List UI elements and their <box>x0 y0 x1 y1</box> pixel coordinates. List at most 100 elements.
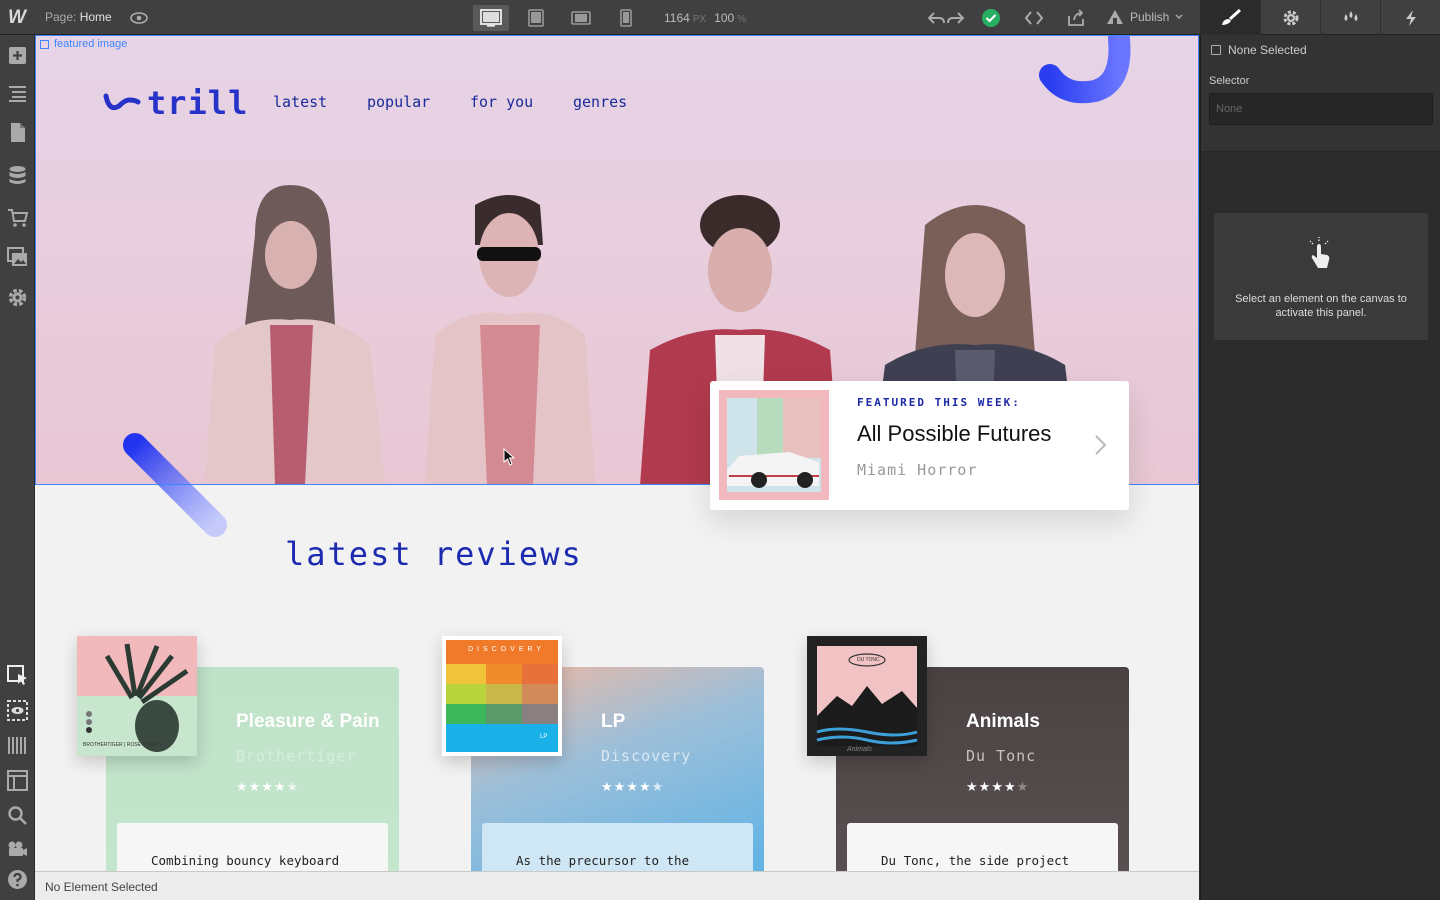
star-icon: ★ <box>601 779 614 794</box>
review-title: Animals <box>966 711 1040 732</box>
none-selected-label: None Selected <box>1228 43 1307 57</box>
canvas-size-readout: 1164 PX 100% <box>664 11 754 25</box>
review-artist: Du Tonc <box>966 747 1037 765</box>
style-panel: None Selected Selector None Select an el… <box>1200 35 1440 900</box>
select-tool-icon[interactable] <box>7 665 28 686</box>
review-rating-stars: ★★★★★ <box>966 779 1029 795</box>
help-icon[interactable] <box>7 869 28 890</box>
redo-icon[interactable] <box>946 8 966 28</box>
mobile-landscape-view-button[interactable] <box>563 5 599 31</box>
publish-icon <box>1107 10 1123 24</box>
mouse-cursor-icon <box>503 448 515 466</box>
star-icon: ★ <box>638 779 652 794</box>
featured-album-card[interactable]: FEATURED THIS WEEK: All Possible Futures… <box>710 381 1129 510</box>
code-export-icon[interactable] <box>1024 8 1044 28</box>
page-label: Page: <box>45 10 77 24</box>
tab-settings[interactable] <box>1260 0 1320 35</box>
checkbox[interactable] <box>1211 45 1221 55</box>
mobile-landscape-icon <box>571 11 591 25</box>
panel-tabs <box>1200 0 1440 35</box>
selector-section: None Selected Selector None <box>1201 35 1440 152</box>
star-icon: ★ <box>273 779 287 794</box>
cms-database-icon[interactable] <box>7 165 28 186</box>
featured-label: FEATURED THIS WEEK: <box>857 396 1021 409</box>
review-rating-stars: ★★★★★ <box>236 779 299 795</box>
featured-title: All Possible Futures <box>857 421 1052 446</box>
star-icon: ★ <box>626 779 639 794</box>
status-bar: No Element Selected <box>35 871 1199 900</box>
tab-interactions[interactable] <box>1380 0 1440 35</box>
webflow-logo[interactable]: W <box>8 8 28 28</box>
review-excerpt: Combining bouncy keyboard <box>117 823 388 871</box>
tablet-view-button[interactable] <box>518 5 554 31</box>
brush-icon <box>1221 8 1241 25</box>
selector-label: Selector <box>1209 75 1250 87</box>
tab-style[interactable] <box>1200 0 1260 35</box>
star-icon: ★ <box>651 779 665 794</box>
project-settings-gear-icon[interactable] <box>7 287 28 308</box>
selection-tag: featured image <box>40 38 127 50</box>
video-tutorials-icon[interactable] <box>7 838 28 859</box>
star-icon: ★ <box>1003 779 1017 794</box>
star-icon: ★ <box>248 779 262 794</box>
assets-icon[interactable] <box>7 247 28 268</box>
review-title: LP <box>601 711 626 732</box>
review-excerpt: As the precursor to the <box>482 823 753 871</box>
tablet-icon <box>528 9 544 27</box>
pages-icon[interactable] <box>7 122 28 143</box>
star-icon: ★ <box>978 779 992 794</box>
cover-caption: DU TONC <box>857 657 880 663</box>
review-album-cover: DISCOVERY LP <box>442 636 562 756</box>
ecommerce-cart-icon[interactable] <box>7 207 29 228</box>
selection-tag-label: featured image <box>54 38 128 50</box>
element-square-icon <box>40 39 49 49</box>
designer-left-toolbar <box>0 35 35 900</box>
cover-badge: LP <box>540 734 548 740</box>
page-selector[interactable]: Page: Home <box>45 10 112 24</box>
chevron-right-icon[interactable] <box>1093 433 1109 457</box>
mobile-portrait-icon <box>620 9 632 27</box>
none-selected-toggle[interactable]: None Selected <box>1211 43 1307 57</box>
review-album-cover: DU TONC Animals <box>807 636 927 756</box>
gear-icon <box>1283 10 1298 25</box>
zoom-value: 100 <box>714 11 735 25</box>
canvas-width-unit: PX <box>692 14 707 25</box>
search-icon[interactable] <box>7 805 28 826</box>
star-icon: ★ <box>966 779 979 794</box>
star-icon: ★ <box>236 779 249 794</box>
designer-canvas[interactable]: trill latest popular for you genres feat… <box>35 35 1199 871</box>
star-icon: ★ <box>286 779 300 794</box>
selector-input[interactable]: None <box>1209 93 1433 125</box>
publish-button[interactable]: Publish <box>1106 9 1183 25</box>
tab-style-manager[interactable] <box>1320 0 1380 35</box>
mobile-portrait-view-button[interactable] <box>608 5 644 31</box>
cover-caption: DISCOVERY <box>468 646 546 653</box>
star-icon: ★ <box>613 779 627 794</box>
designer-topbar: W Page: Home 1164 PX 100% Publish <box>0 0 1440 35</box>
lightning-icon <box>1405 9 1416 26</box>
desktop-view-button[interactable] <box>473 5 509 31</box>
drops-icon <box>1344 10 1357 21</box>
star-icon: ★ <box>991 779 1004 794</box>
page-name: Home <box>79 10 112 24</box>
preview-eye-icon[interactable] <box>130 9 148 27</box>
cover-script: Animals <box>847 746 872 753</box>
zoom-unit: % <box>737 14 747 25</box>
navigator-icon[interactable] <box>7 83 28 104</box>
review-artist: Brothertiger <box>236 747 357 765</box>
add-elements-icon[interactable] <box>7 45 28 66</box>
undo-icon[interactable] <box>926 8 946 28</box>
star-icon: ★ <box>1016 779 1030 794</box>
grid-columns-icon[interactable] <box>7 735 28 756</box>
share-icon[interactable] <box>1066 8 1086 28</box>
review-artist: Discovery <box>601 747 692 765</box>
review-album-cover: BROTHERTIGER | ROSE QUARTZ <box>77 636 197 756</box>
cover-caption: BROTHERTIGER | ROSE QUARTZ <box>83 742 163 748</box>
review-title: Pleasure & Pain <box>236 711 380 732</box>
canvas-width-value: 1164 <box>664 11 690 25</box>
preview-outline-icon[interactable] <box>7 700 28 721</box>
empty-panel-hint: Select an element on the canvas to activ… <box>1214 213 1428 340</box>
hint-text: Select an element on the canvas to activ… <box>1235 293 1407 319</box>
section-title: latest reviews <box>285 535 583 573</box>
page-layout-icon[interactable] <box>7 770 28 791</box>
